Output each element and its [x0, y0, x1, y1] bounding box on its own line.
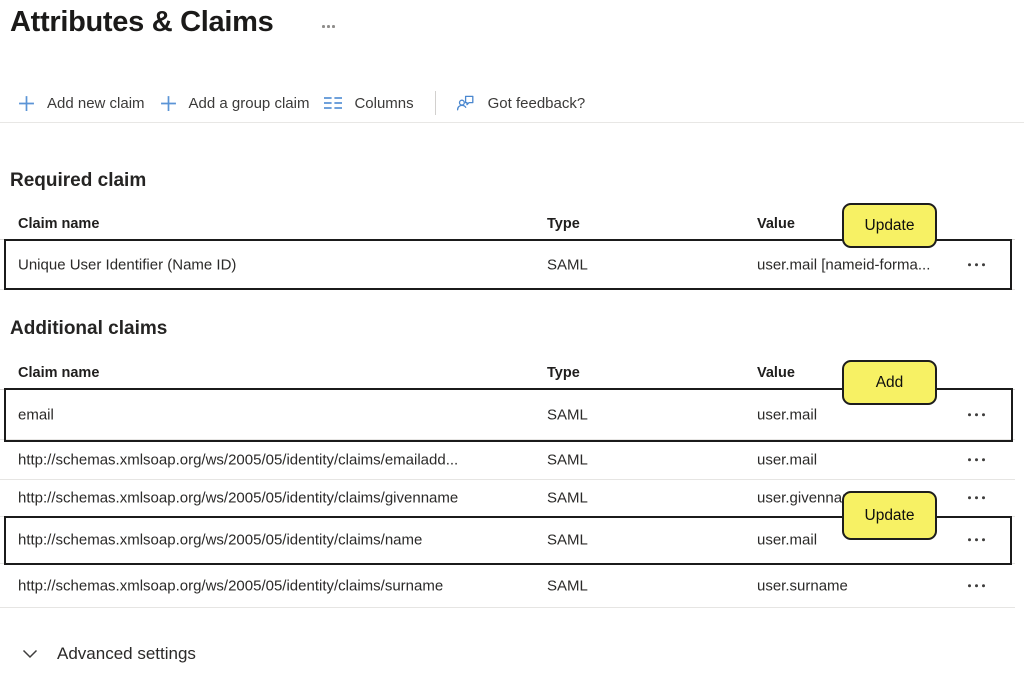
- claim-row-emailaddress[interactable]: http://schemas.xmlsoap.org/ws/2005/05/id…: [0, 440, 1015, 480]
- additional-claims-table-header: Claim name Type Value: [0, 356, 1015, 390]
- advanced-settings-label: Advanced settings: [57, 644, 196, 664]
- claim-value-cell: user.surname: [757, 577, 848, 594]
- columns-button[interactable]: Columns: [324, 95, 413, 112]
- row-actions-button[interactable]: [966, 454, 987, 465]
- toolbar-separator: [435, 91, 436, 115]
- claim-name-cell: http://schemas.xmlsoap.org/ws/2005/05/id…: [18, 490, 458, 507]
- plus-icon: [18, 95, 35, 112]
- got-feedback-label: Got feedback?: [488, 95, 586, 112]
- toolbar-divider: [0, 122, 1024, 123]
- column-header-value: Value: [757, 365, 795, 381]
- additional-claims-heading: Additional claims: [10, 318, 167, 340]
- row-actions-button[interactable]: [966, 259, 987, 270]
- claim-type-cell: SAML: [547, 577, 588, 594]
- page-title: Attributes & Claims: [10, 6, 273, 39]
- row-actions-button[interactable]: [966, 409, 987, 420]
- claim-row-name[interactable]: http://schemas.xmlsoap.org/ws/2005/05/id…: [0, 517, 1015, 564]
- add-new-claim-button[interactable]: Add new claim: [18, 95, 145, 112]
- row-actions-button[interactable]: [966, 534, 987, 545]
- claim-value-cell: user.givenname: [757, 490, 863, 507]
- claim-row-surname[interactable]: http://schemas.xmlsoap.org/ws/2005/05/id…: [0, 564, 1015, 608]
- claim-name-cell: http://schemas.xmlsoap.org/ws/2005/05/id…: [18, 577, 443, 594]
- claim-row-email[interactable]: email SAML user.mail: [0, 390, 1015, 440]
- add-group-claim-label: Add a group claim: [189, 95, 310, 112]
- claim-type-cell: SAML: [547, 490, 588, 507]
- required-claim-heading: Required claim: [10, 170, 146, 192]
- got-feedback-button[interactable]: Got feedback?: [456, 93, 586, 113]
- chevron-down-icon: [22, 649, 38, 659]
- column-header-claim-name: Claim name: [18, 365, 99, 381]
- claim-row-givenname[interactable]: http://schemas.xmlsoap.org/ws/2005/05/id…: [0, 480, 1015, 517]
- column-header-claim-name: Claim name: [18, 216, 99, 232]
- command-bar: Add new claim Add a group claim Columns …: [18, 88, 600, 118]
- claim-type-cell: SAML: [547, 256, 588, 273]
- additional-claims-table: Claim name Type Value email SAML user.ma…: [0, 356, 1015, 608]
- claim-value-cell: user.mail: [757, 532, 817, 549]
- row-actions-button[interactable]: [966, 580, 987, 591]
- add-new-claim-label: Add new claim: [47, 95, 145, 112]
- advanced-settings-toggle[interactable]: Advanced settings: [22, 644, 196, 664]
- claim-type-cell: SAML: [547, 451, 588, 468]
- claim-value-cell: user.mail [nameid-forma...: [757, 256, 930, 273]
- title-more-options-button[interactable]: [320, 23, 337, 30]
- columns-label: Columns: [354, 95, 413, 112]
- required-claim-table-header: Claim name Type Value: [0, 208, 1015, 240]
- claim-name-cell: http://schemas.xmlsoap.org/ws/2005/05/id…: [18, 532, 422, 549]
- claim-name-cell: http://schemas.xmlsoap.org/ws/2005/05/id…: [18, 451, 458, 468]
- column-header-type: Type: [547, 216, 580, 232]
- column-header-value: Value: [757, 216, 795, 232]
- plus-icon: [160, 95, 177, 112]
- claim-row-unique-user-identifier[interactable]: Unique User Identifier (Name ID) SAML us…: [0, 240, 1015, 290]
- claim-name-cell: Unique User Identifier (Name ID): [18, 256, 236, 273]
- add-group-claim-button[interactable]: Add a group claim: [160, 95, 310, 112]
- claim-value-cell: user.mail: [757, 451, 817, 468]
- claim-value-cell: user.mail: [757, 406, 817, 423]
- claim-type-cell: SAML: [547, 532, 588, 549]
- feedback-icon: [456, 93, 476, 113]
- required-claim-table: Claim name Type Value Unique User Identi…: [0, 208, 1015, 290]
- claim-type-cell: SAML: [547, 406, 588, 423]
- column-header-type: Type: [547, 365, 580, 381]
- claim-name-cell: email: [18, 406, 54, 423]
- attributes-claims-page: Attributes & Claims Add new claim Add a …: [0, 0, 1024, 673]
- columns-icon: [324, 96, 342, 110]
- row-actions-button[interactable]: [966, 492, 987, 503]
